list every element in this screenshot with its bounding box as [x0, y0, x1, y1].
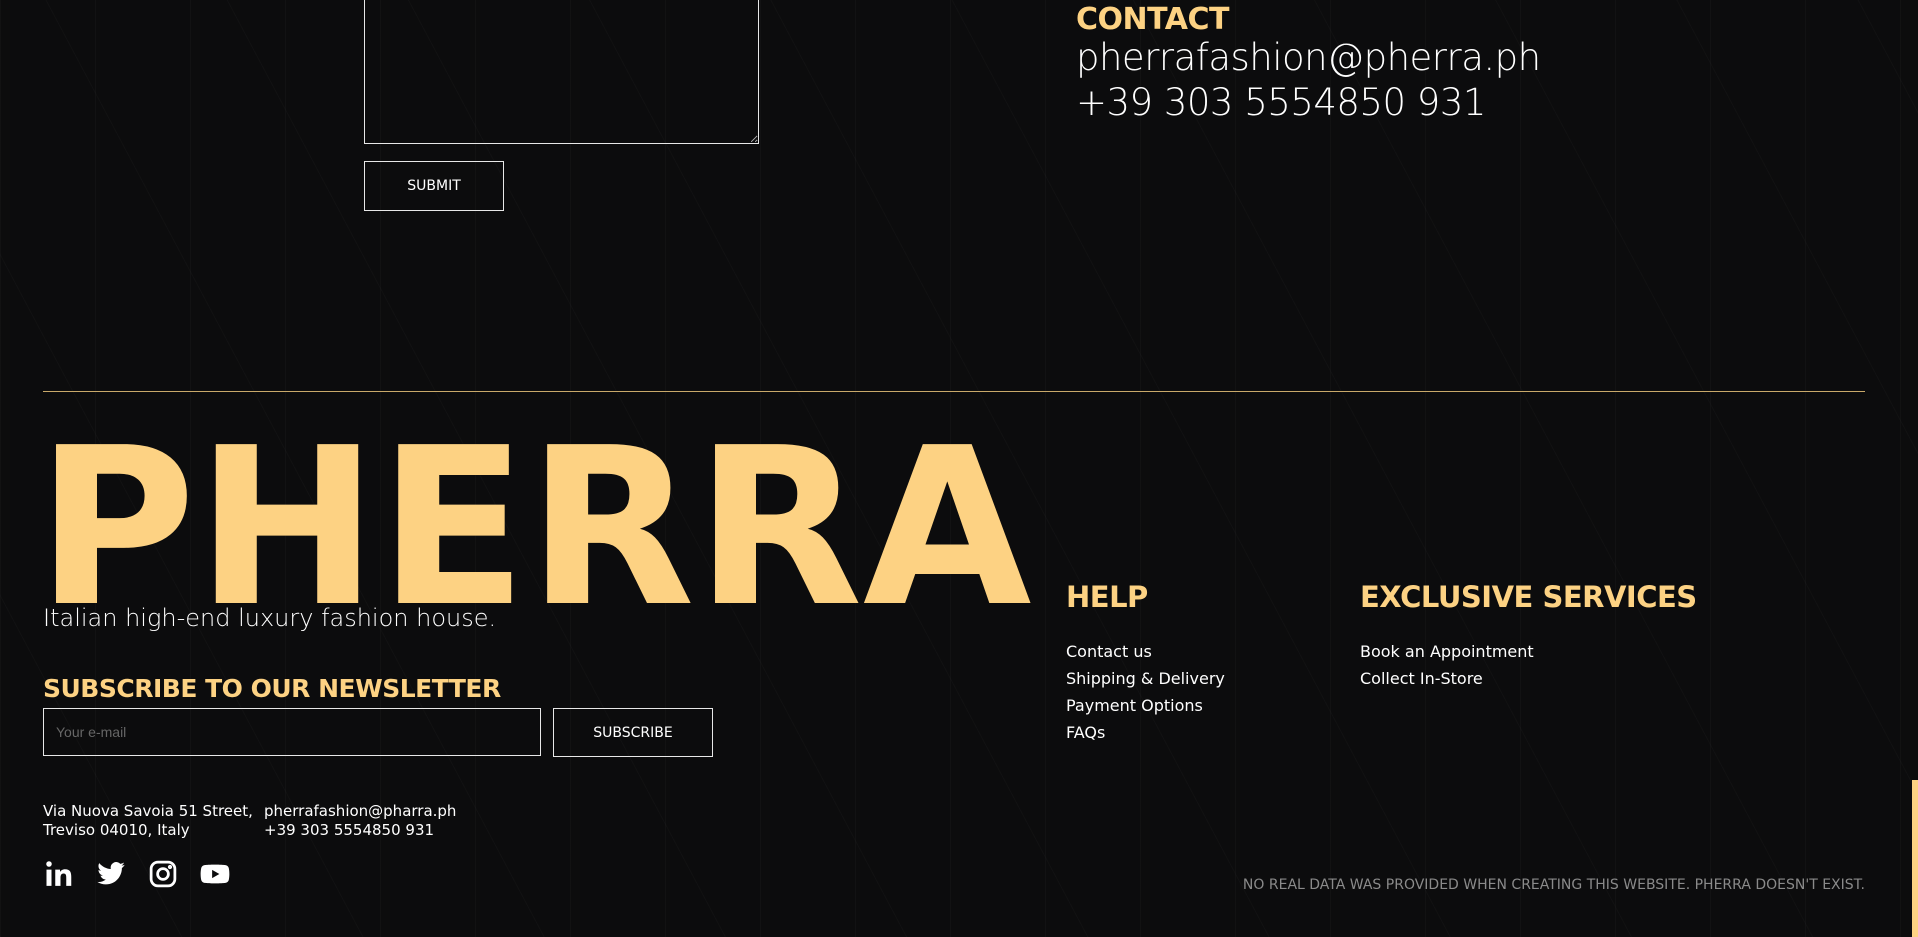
address-line-1: Via Nuova Savoia 51 Street, — [43, 802, 253, 820]
contact-phone[interactable]: +39 303 5554850 931 — [1076, 81, 1486, 124]
footer-contact: pherrafashion@pharra.ph +39 303 5554850 … — [264, 802, 456, 840]
submit-button[interactable]: SUBMIT — [364, 161, 504, 211]
social-links — [43, 858, 231, 890]
services-heading: EXCLUSIVE SERVICES — [1360, 580, 1697, 614]
help-link-shipping[interactable]: Shipping & Delivery — [1066, 665, 1225, 692]
services-list: Book an Appointment Collect In-Store — [1360, 638, 1534, 692]
linkedin-icon[interactable] — [43, 858, 75, 890]
service-link-appointment[interactable]: Book an Appointment — [1360, 638, 1534, 665]
service-link-collect[interactable]: Collect In-Store — [1360, 665, 1534, 692]
footer-divider — [43, 391, 1865, 392]
subscribe-button[interactable]: SUBSCRIBE — [553, 708, 713, 757]
help-link-contact[interactable]: Contact us — [1066, 638, 1225, 665]
help-link-faqs[interactable]: FAQs — [1066, 719, 1225, 746]
contact-email[interactable]: pherrafashion@pherra.ph — [1076, 36, 1541, 79]
scrollbar-thumb[interactable] — [1912, 780, 1918, 937]
newsletter-heading: SUBSCRIBE TO OUR NEWSLETTER — [43, 674, 501, 703]
help-list: Contact us Shipping & Delivery Payment O… — [1066, 638, 1225, 746]
disclaimer-text: NO REAL DATA WAS PROVIDED WHEN CREATING … — [1242, 877, 1865, 893]
footer-address: Via Nuova Savoia 51 Street, Treviso 0401… — [43, 802, 253, 840]
message-textarea[interactable] — [364, 0, 759, 144]
contact-heading: CONTACT — [1076, 2, 1229, 37]
instagram-icon[interactable] — [147, 858, 179, 890]
youtube-icon[interactable] — [199, 858, 231, 890]
footer-phone[interactable]: +39 303 5554850 931 — [264, 821, 456, 840]
newsletter-email-input[interactable] — [43, 708, 541, 756]
help-link-payment[interactable]: Payment Options — [1066, 692, 1225, 719]
address-line-2: Treviso 04010, Italy — [43, 821, 190, 839]
help-heading: HELP — [1066, 580, 1148, 614]
brand-tagline: Italian high-end luxury fashion house. — [43, 604, 497, 632]
twitter-icon[interactable] — [95, 858, 127, 890]
footer-email[interactable]: pherrafashion@pharra.ph — [264, 802, 456, 821]
